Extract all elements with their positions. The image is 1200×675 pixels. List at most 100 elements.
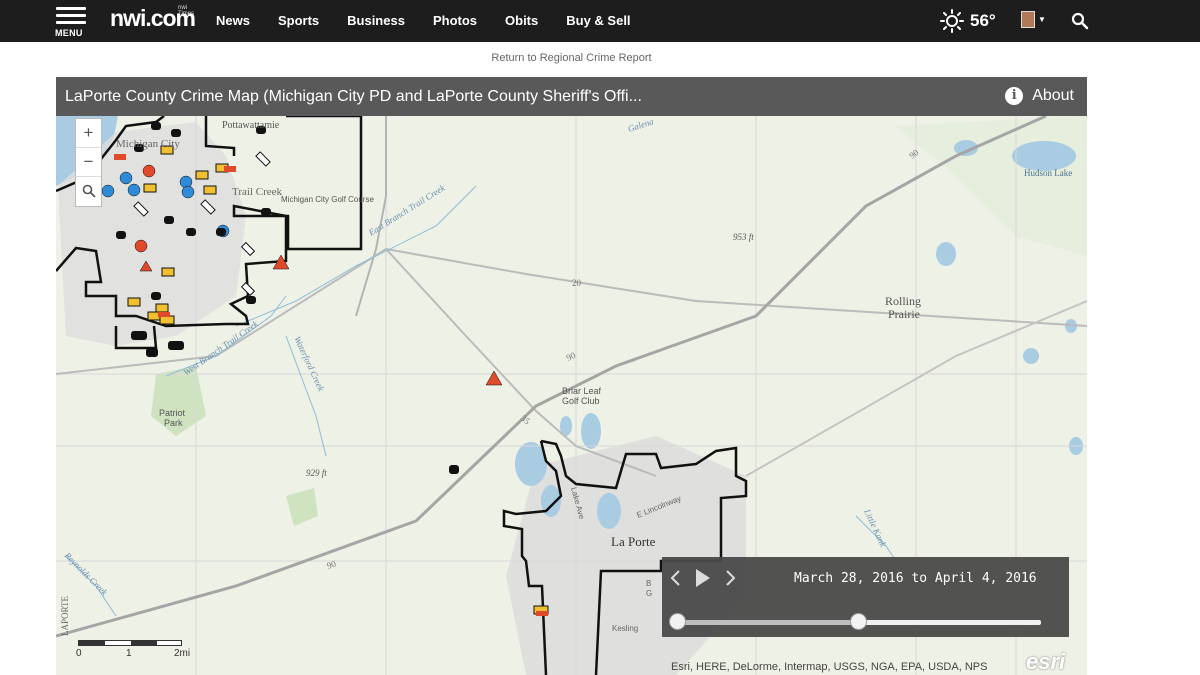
map-attribution: Esri, HERE, DeLorme, Intermap, USGS, NGA…: [671, 661, 988, 673]
label-b: B: [646, 579, 651, 588]
label-route-20: 20: [572, 278, 582, 288]
marker-theft: [151, 122, 161, 130]
nav-item-business[interactable]: Business: [347, 0, 405, 42]
marker-c: [127, 183, 141, 197]
label-trail-creek: Trail Creek: [232, 186, 283, 198]
nav-item-news[interactable]: News: [216, 0, 250, 42]
search-icon: [82, 184, 96, 198]
time-range-text: March 28, 2016 to April 4, 2016: [794, 571, 1037, 586]
marker-theft: [116, 231, 126, 239]
marker-vehicle: [155, 303, 169, 313]
lake: [597, 493, 621, 529]
label-rolling-prairie-line1: Rolling: [885, 294, 921, 308]
time-slider-end-handle[interactable]: [849, 613, 867, 630]
search-map-button[interactable]: [76, 177, 101, 206]
lake: [581, 413, 601, 449]
chevron-left-icon: [670, 570, 680, 586]
lake: [936, 242, 956, 266]
marker-theft: [168, 341, 184, 350]
marker-red-vehicle: [224, 166, 236, 172]
nav-item-buy-sell[interactable]: Buy & Sell: [566, 0, 630, 42]
next-button[interactable]: [724, 568, 738, 594]
label-elevation-953: 953 ft: [733, 232, 754, 242]
play-button[interactable]: [694, 567, 712, 595]
label-briar-leaf-line2: Golf Club: [562, 396, 600, 406]
label-hudson-lake: Hudson Lake: [1024, 168, 1072, 178]
marker-theft: [449, 465, 459, 474]
main-nav: News Sports Business Photos Obits Buy & …: [216, 0, 659, 42]
label-golf-course: Michigan City Golf Course: [281, 195, 374, 204]
about-label: About: [1032, 87, 1074, 104]
label-briar-leaf-line1: Briar Leaf: [562, 386, 602, 396]
search-icon[interactable]: [1071, 12, 1089, 30]
chevron-down-icon[interactable]: ▼: [1038, 15, 1046, 24]
scale-bar: 0 1 2mi: [76, 640, 190, 659]
scale-label-zero: 0: [76, 648, 82, 659]
weather-temperature: 56°: [970, 11, 996, 30]
marker-w: [142, 164, 156, 178]
marker-theft: [246, 296, 256, 304]
label-michigan-city: Michigan City: [116, 138, 180, 150]
marker-theft: [151, 292, 161, 300]
label-laporte-side: LAPORTE: [60, 596, 70, 636]
marker-vehicle: [159, 315, 175, 325]
about-button[interactable]: i About: [1005, 87, 1074, 105]
label-pottawattamie: Pottawattamie: [222, 120, 280, 131]
time-slider: March 28, 2016 to April 4, 2016: [662, 557, 1069, 637]
zoom-out-button[interactable]: −: [76, 148, 101, 177]
label-g: G: [646, 589, 652, 598]
marker-c: [101, 184, 115, 198]
nav-item-photos[interactable]: Photos: [433, 0, 477, 42]
marker-theft: [171, 129, 181, 137]
lake: [1023, 348, 1039, 364]
zoom-in-button[interactable]: +: [76, 119, 101, 148]
marker-vehicle: [161, 267, 175, 277]
nav-item-obits[interactable]: Obits: [505, 0, 538, 42]
previous-button[interactable]: [668, 568, 682, 594]
marker-c: [119, 171, 133, 185]
esri-logo: esri: [1026, 649, 1066, 674]
sun-icon: [940, 9, 964, 33]
label-patriot-park-line2: Park: [164, 418, 183, 428]
label-kesling: Kesling: [612, 624, 638, 633]
time-slider-start-handle[interactable]: [668, 613, 686, 630]
top-navigation-bar: MENU nwi.com nwi Times News Sports Busin…: [0, 0, 1200, 42]
marker-theft: [216, 228, 226, 236]
scale-label-one: 1: [126, 648, 132, 659]
zoom-controls: + −: [75, 118, 102, 207]
chevron-right-icon: [726, 570, 736, 586]
marker-theft: [261, 208, 271, 216]
scale-label-two: 2mi: [174, 648, 191, 659]
marker-vehicle: [143, 183, 157, 193]
marker-red-vehicle: [114, 154, 126, 160]
weather-widget[interactable]: 56°: [940, 8, 996, 34]
time-slider-selection: [675, 620, 858, 625]
nav-item-sports[interactable]: Sports: [278, 0, 319, 42]
marker-theft: [186, 228, 196, 236]
marker-vehicle: [203, 185, 217, 195]
logo-tagline: nwi Times: [178, 5, 195, 17]
label-la-porte: La Porte: [611, 534, 656, 549]
return-to-crime-report-link[interactable]: Return to Regional Crime Report: [0, 52, 1143, 64]
marker-c: [181, 185, 195, 199]
hamburger-icon: [56, 7, 86, 25]
label-elevation-929: 929 ft: [306, 468, 327, 478]
site-logo[interactable]: nwi.com nwi Times: [110, 5, 196, 32]
map-header: LaPorte County Crime Map (Michigan City …: [56, 77, 1087, 116]
marker-vehicle: [127, 297, 141, 307]
marker-w: [134, 239, 148, 253]
marker-vehicle: [195, 170, 209, 180]
marker-theft: [164, 216, 174, 224]
marker-theft: [131, 331, 147, 340]
menu-label: MENU: [55, 28, 83, 38]
info-icon: i: [1005, 87, 1024, 105]
map-title: LaPorte County Crime Map (Michigan City …: [65, 88, 642, 105]
play-icon: [696, 569, 710, 587]
label-patriot-park-line1: Patriot: [159, 408, 186, 418]
menu-button[interactable]: MENU: [55, 5, 87, 39]
marker-red-vehicle: [536, 611, 548, 616]
user-avatar[interactable]: [1021, 11, 1035, 28]
marker-theft: [146, 348, 158, 357]
marker-red-vehicle: [158, 312, 170, 317]
label-rolling-prairie-line2: Prairie: [888, 307, 920, 321]
